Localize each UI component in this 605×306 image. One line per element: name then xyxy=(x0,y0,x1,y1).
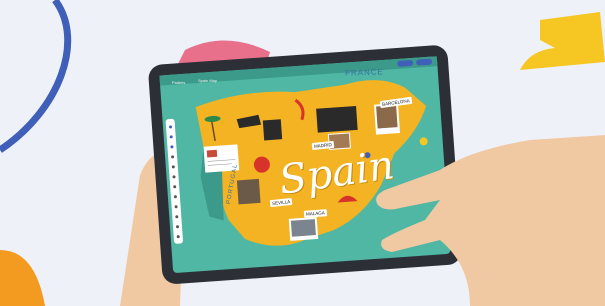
photo-mountain[interactable] xyxy=(316,105,358,133)
menu-button[interactable] xyxy=(416,58,433,66)
decor-yellow-blob xyxy=(520,12,605,70)
share-button[interactable] xyxy=(397,60,414,67)
france-label: FRANCE xyxy=(344,67,385,78)
decor-blue-arc xyxy=(0,0,72,153)
castle-doodle xyxy=(262,119,283,141)
decor-orange-corner xyxy=(0,250,45,306)
illustration xyxy=(0,0,605,306)
photo-sevilla[interactable] xyxy=(236,178,261,205)
board-title: Spain Map xyxy=(198,78,218,83)
back-link[interactable]: Padlets xyxy=(172,80,185,85)
